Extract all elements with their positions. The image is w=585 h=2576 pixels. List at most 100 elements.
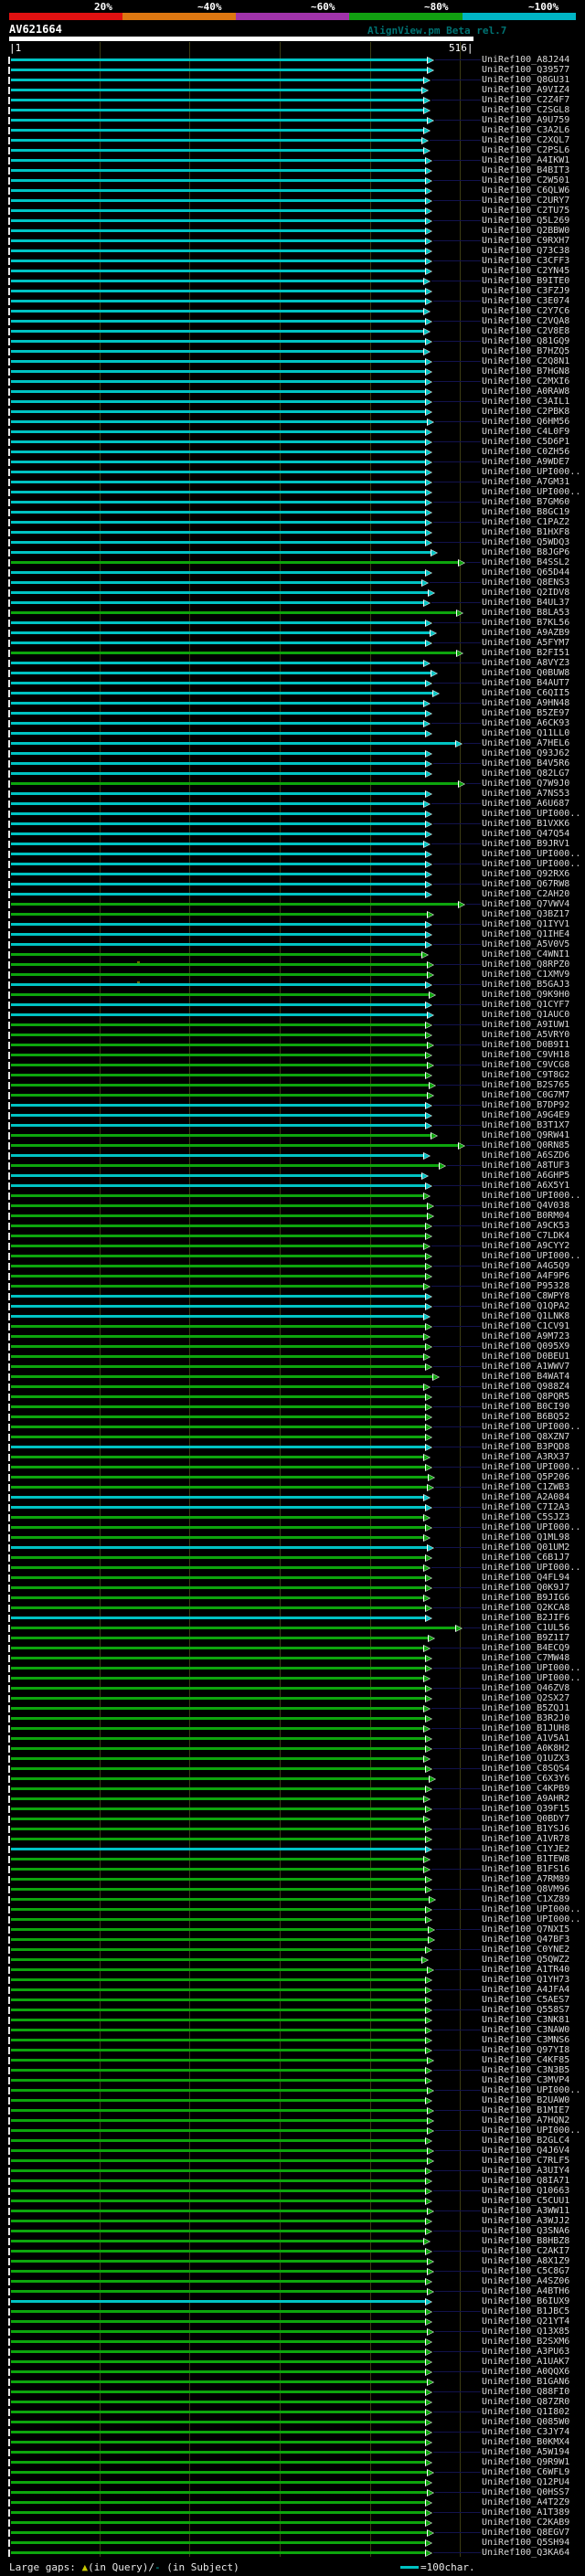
hit-bar[interactable] [11, 69, 428, 71]
hit-bar[interactable] [11, 1154, 424, 1157]
hit-label[interactable]: UniRef100_A4G5Q9 [482, 1261, 569, 1271]
hit-label[interactable]: UniRef100_C1CV91 [482, 1321, 569, 1331]
hit-label[interactable]: UniRef100_C3A2L6 [482, 125, 569, 135]
hit-label[interactable]: UniRef100_UPI000.. [482, 1522, 580, 1532]
hit-label[interactable]: UniRef100_C1XMV9 [482, 970, 569, 980]
hit-bar[interactable] [11, 1114, 426, 1117]
hit-bar[interactable] [11, 2390, 426, 2393]
hit-label[interactable]: UniRef100_Q1AUC0 [482, 1010, 569, 1020]
hit-bar[interactable] [11, 863, 426, 865]
hit-bar[interactable] [11, 792, 426, 795]
hit-bar[interactable] [11, 2320, 426, 2323]
hit-bar[interactable] [11, 551, 431, 554]
hit-bar[interactable] [11, 2531, 428, 2534]
hit-bar[interactable] [11, 1345, 426, 1348]
hit-label[interactable]: UniRef100_C2TU75 [482, 206, 569, 216]
hit-bar[interactable] [11, 2521, 426, 2524]
hit-bar[interactable] [11, 1838, 426, 1840]
hit-bar[interactable] [11, 1194, 424, 1197]
hit-label[interactable]: UniRef100_B8LA53 [482, 608, 569, 618]
hit-bar[interactable] [11, 1697, 426, 1700]
hit-bar[interactable] [11, 481, 426, 483]
hit-label[interactable]: UniRef100_Q21YT4 [482, 2316, 569, 2327]
hit-bar[interactable] [11, 2511, 426, 2514]
hit-bar[interactable] [11, 2179, 426, 2182]
hit-bar[interactable] [11, 2029, 426, 2031]
hit-label[interactable]: UniRef100_UPI000.. [482, 859, 580, 869]
hit-label[interactable]: UniRef100_A9U759 [482, 115, 569, 125]
hit-label[interactable]: UniRef100_C2YN45 [482, 266, 569, 276]
hit-bar[interactable] [11, 1998, 426, 2001]
hit-label[interactable]: UniRef100_Q73C38 [482, 246, 569, 256]
hit-bar[interactable] [11, 209, 426, 212]
hit-bar[interactable] [11, 1476, 429, 1479]
hit-label[interactable]: UniRef100_A6U687 [482, 799, 569, 809]
hit-label[interactable]: UniRef100_Q1IYV1 [482, 919, 569, 929]
hit-label[interactable]: UniRef100_C7MW48 [482, 1653, 569, 1663]
hit-bar[interactable] [11, 1184, 426, 1187]
hit-bar[interactable] [11, 1426, 426, 1428]
hit-label[interactable]: UniRef100_Q4V038 [482, 1201, 569, 1211]
hit-bar[interactable] [11, 1275, 426, 1277]
hit-bar[interactable] [11, 2310, 426, 2313]
hit-label[interactable]: UniRef100_C6B1J7 [482, 1553, 569, 1563]
hit-label[interactable]: UniRef100_UPI000.. [482, 1422, 580, 1432]
hit-bar[interactable] [11, 1466, 426, 1468]
hit-label[interactable]: UniRef100_C1PAZ2 [482, 517, 569, 527]
hit-label[interactable]: UniRef100_A5W194 [482, 2447, 569, 2457]
hit-bar[interactable] [11, 2250, 426, 2253]
hit-label[interactable]: UniRef100_Q0K9J7 [482, 1583, 569, 1593]
hit-bar[interactable] [11, 631, 431, 634]
hit-label[interactable]: UniRef100_Q8XZN7 [482, 1432, 569, 1442]
hit-label[interactable]: UniRef100_Q5WDQ3 [482, 537, 569, 547]
hit-bar[interactable] [11, 1777, 430, 1780]
hit-bar[interactable] [11, 1828, 426, 1830]
hit-label[interactable]: UniRef100_A7RM89 [482, 1874, 569, 1884]
hit-bar[interactable] [11, 1064, 428, 1066]
hit-label[interactable]: UniRef100_A9IUW1 [482, 1020, 569, 1030]
hit-label[interactable]: UniRef100_A6GHP5 [482, 1171, 569, 1181]
hit-bar[interactable] [11, 1415, 426, 1418]
hit-bar[interactable] [11, 1988, 426, 1991]
hit-label[interactable]: UniRef100_C3NK81 [482, 2015, 569, 2025]
hit-label[interactable]: UniRef100_C9VCG8 [482, 1060, 569, 1070]
hit-label[interactable]: UniRef100_C2MXI6 [482, 376, 569, 387]
hit-label[interactable]: UniRef100_A1TR40 [482, 1965, 569, 1975]
hit-label[interactable]: UniRef100_Q0BDY7 [482, 1814, 569, 1824]
hit-label[interactable]: UniRef100_Q47BF3 [482, 1935, 569, 1945]
hit-label[interactable]: UniRef100_Q46ZV8 [482, 1683, 569, 1693]
hit-label[interactable]: UniRef100_A8J244 [482, 55, 569, 65]
hit-bar[interactable] [11, 641, 426, 644]
hit-bar[interactable] [11, 1717, 426, 1720]
hit-label[interactable]: UniRef100_C2AH20 [482, 889, 569, 899]
hit-label[interactable]: UniRef100_A7GM31 [482, 477, 569, 487]
hit-bar[interactable] [11, 451, 426, 453]
hit-bar[interactable] [11, 1948, 426, 1951]
hit-label[interactable]: UniRef100_Q8VM96 [482, 1884, 569, 1894]
hit-label[interactable]: UniRef100_C5D6P1 [482, 437, 569, 447]
hit-label[interactable]: UniRef100_C4WNI1 [482, 949, 569, 959]
hit-bar[interactable] [11, 400, 426, 403]
hit-bar[interactable] [11, 2119, 428, 2122]
hit-label[interactable]: UniRef100_C2PBK8 [482, 407, 569, 417]
hit-bar[interactable] [11, 1566, 424, 1569]
hit-bar[interactable] [11, 1496, 424, 1499]
hit-label[interactable]: UniRef100_Q97YI8 [482, 2045, 569, 2055]
hit-bar[interactable] [11, 2129, 428, 2132]
hit-label[interactable]: UniRef100_C3JY74 [482, 2427, 569, 2437]
hit-label[interactable]: UniRef100_Q0RN85 [482, 1140, 569, 1150]
hit-label[interactable]: UniRef100_Q3BZ17 [482, 909, 569, 919]
hit-label[interactable]: UniRef100_A0K8H2 [482, 1744, 569, 1754]
hit-label[interactable]: UniRef100_C7LDK4 [482, 1231, 569, 1241]
hit-bar[interactable] [11, 1546, 428, 1549]
hit-label[interactable]: UniRef100_C2AKI7 [482, 2246, 569, 2256]
hit-label[interactable]: UniRef100_A9AZB9 [482, 628, 569, 638]
hit-bar[interactable] [11, 1486, 428, 1489]
hit-bar[interactable] [11, 129, 424, 132]
hit-bar[interactable] [11, 1506, 426, 1509]
hit-label[interactable]: UniRef100_A4SZ06 [482, 2276, 569, 2286]
hit-bar[interactable] [11, 320, 426, 323]
hit-label[interactable]: UniRef100_C6X3Y6 [482, 1774, 569, 1784]
hit-bar[interactable] [11, 1978, 426, 1981]
hit-label[interactable]: UniRef100_B2UAW0 [482, 2095, 569, 2105]
